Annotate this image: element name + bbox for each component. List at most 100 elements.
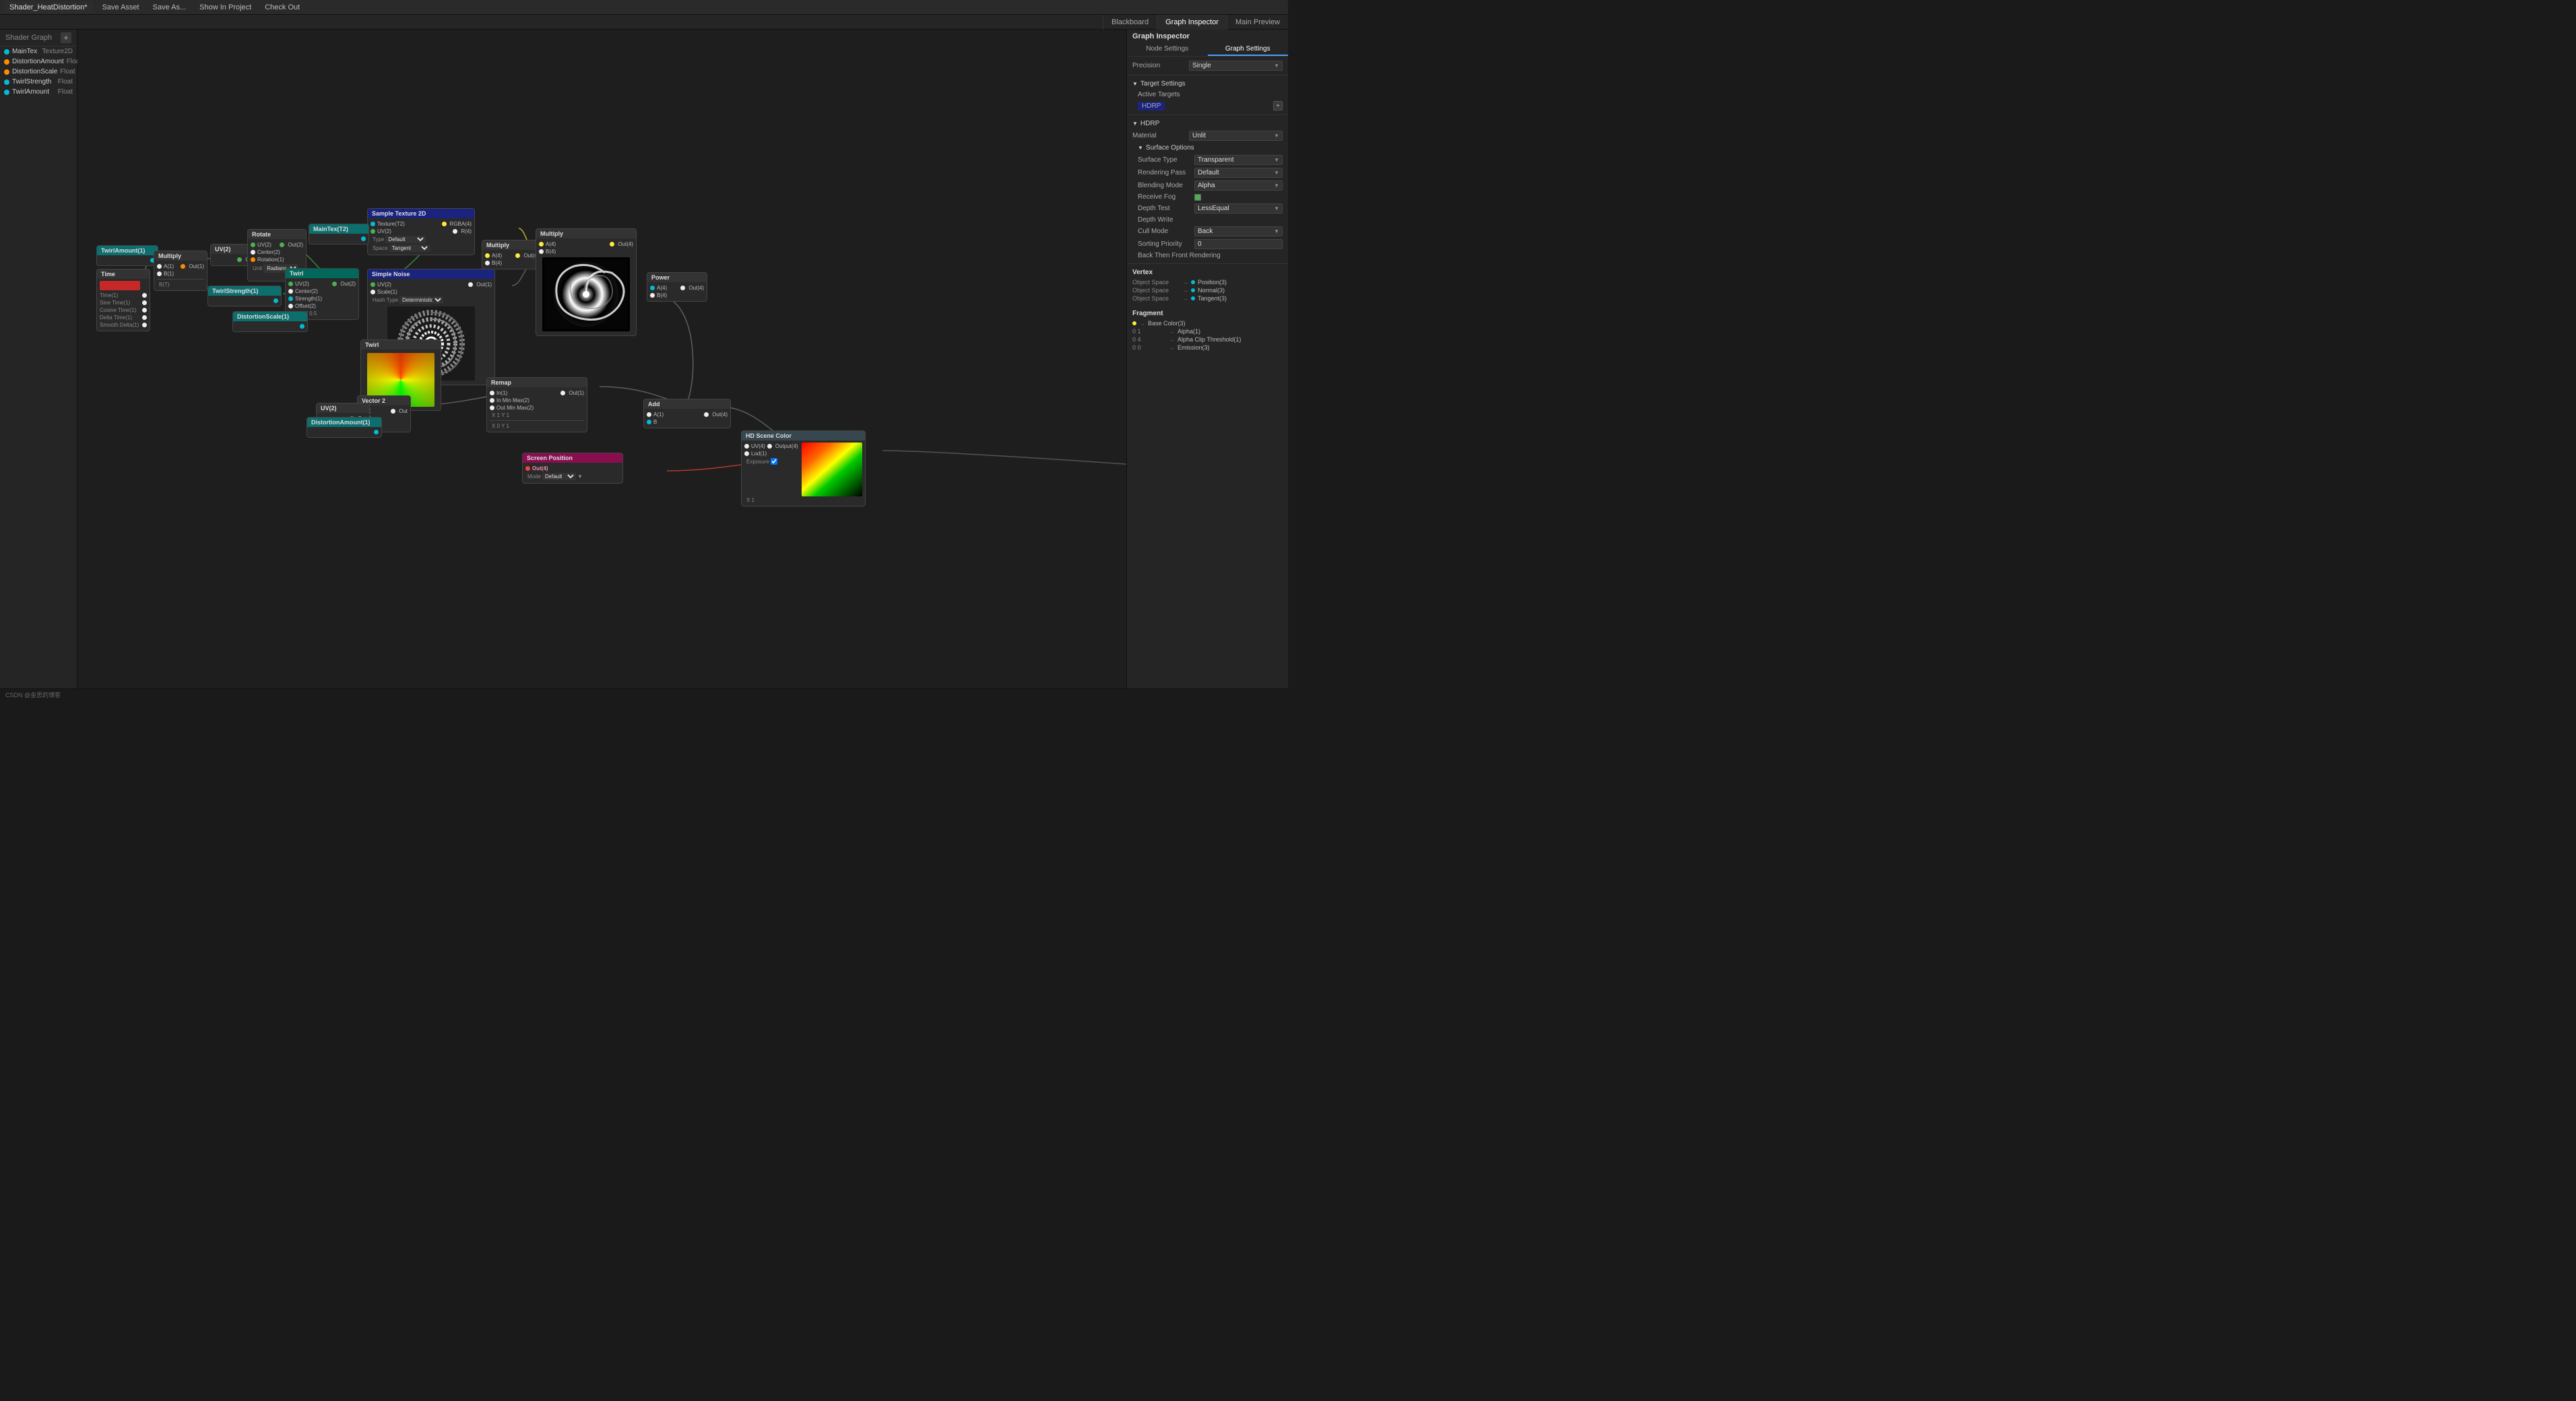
sorting-priority-label: Sorting Priority <box>1138 240 1192 248</box>
prop-dot-twirl-amount <box>4 90 9 95</box>
vertex-space-1: Object Space <box>1132 287 1180 294</box>
port-a-pw: A(4) Out(4) <box>650 284 704 292</box>
blending-mode-value[interactable]: Alpha ▼ <box>1194 181 1283 191</box>
frag-row-1: 0 1 → Alpha(1) <box>1132 327 1283 335</box>
prop-dot-maintex <box>4 49 9 55</box>
node-remap[interactable]: Remap In(1) Out(1) In Min Max(2) Out Min… <box>486 377 587 432</box>
node-hd-scene-color[interactable]: HD Scene Color UV(4) Output(4) Lod(1) <box>741 430 866 507</box>
port-dot-out-rotate <box>280 242 284 247</box>
shader-graph-canvas[interactable]: TwirlAmount(1) Time Time(1) Sine Time(1) <box>77 30 1126 700</box>
sorting-priority-value[interactable]: 0 <box>1194 239 1283 249</box>
port-dot-a-add <box>647 412 651 417</box>
vertex-port-1: Normal(3) <box>1198 287 1225 294</box>
tab-graph-settings[interactable]: Graph Settings <box>1208 43 1289 56</box>
add-target-btn[interactable]: + <box>1273 101 1283 110</box>
port-dot-out-screen <box>525 466 530 471</box>
port-in-remap: In(1) Out(1) <box>490 389 584 397</box>
tab-blackboard[interactable]: Blackboard <box>1103 15 1157 30</box>
receive-fog-checkbox[interactable] <box>1194 194 1201 201</box>
port-dot-strength <box>288 296 293 301</box>
surface-type-value[interactable]: Transparent ▼ <box>1194 155 1283 165</box>
node-twirl-strength[interactable]: TwirlStrength(1) <box>207 286 282 306</box>
port-b-sp: B(4) <box>539 248 633 255</box>
node-multiply2[interactable]: Multiply A(4) Out(4) B(4) <box>482 240 542 269</box>
port-strength-twirl: Strength(1) <box>288 295 356 302</box>
exposure-checkbox[interactable] <box>771 458 777 465</box>
remap-vals: X 1 Y 1 <box>490 412 584 419</box>
node-power[interactable]: Power A(4) Out(4) B(4) <box>647 272 707 302</box>
port-uv-st2d: UV(2) R(4) <box>371 228 472 235</box>
material-label: Material <box>1132 132 1186 139</box>
hdrp-section: ▼ HDRP Material Unlit ▼ ▼ Surface Option… <box>1127 115 1288 264</box>
port-dot-delta <box>142 315 147 320</box>
port-a-sp: A(4) Out(4) <box>539 240 633 248</box>
space-select[interactable]: Tangent <box>389 245 430 252</box>
target-settings-header[interactable]: ▼ Target Settings <box>1127 78 1288 90</box>
vertex-row-0: Object Space → Position(3) <box>1132 278 1283 286</box>
main-layout: Shader Graph + MainTex Texture2D Distort… <box>0 30 1288 700</box>
node-title-rotate: Rotate <box>248 230 306 239</box>
precision-value[interactable]: Single ▼ <box>1189 61 1283 71</box>
port-dot-out-m1 <box>181 264 185 269</box>
tab-main-preview[interactable]: Main Preview <box>1227 15 1288 30</box>
port-rotation-rotate: Rotation(1) <box>251 256 303 263</box>
node-multiply1[interactable]: Multiply A(1) Out(1) B(1) B(T) <box>154 251 207 291</box>
chevron-down-icon: ▼ <box>577 474 583 480</box>
node-distortion-amount-ref[interactable]: DistortionAmount(1) <box>307 417 382 438</box>
hd-color-preview <box>802 443 862 496</box>
port-dot-smooth <box>142 323 147 327</box>
prop-twirl-strength: TwirlStrength Float <box>0 77 77 87</box>
frag-row-2: 0 4 → Alpha Clip Threshold(1) <box>1132 335 1283 344</box>
node-twirl-amount[interactable]: TwirlAmount(1) <box>96 245 158 266</box>
node-title-multiply1: Multiply <box>154 251 207 261</box>
remap-out-vals: X 0 Y 1 <box>490 422 584 430</box>
material-value[interactable]: Unlit ▼ <box>1189 131 1283 141</box>
tab-graph-inspector[interactable]: Graph Inspector <box>1157 15 1227 30</box>
depth-test-label: Depth Test <box>1138 205 1192 212</box>
add-property-btn[interactable]: + <box>61 32 71 43</box>
check-out-btn[interactable]: Check Out <box>261 2 304 13</box>
surface-options-header[interactable]: ▼ Surface Options <box>1127 142 1288 154</box>
graph-inspector-title: Graph Inspector <box>1127 30 1288 43</box>
mode-select[interactable]: Default <box>542 473 576 480</box>
port-dot-out-r <box>560 391 565 395</box>
tab-node-settings[interactable]: Node Settings <box>1127 43 1208 56</box>
depth-write-label: Depth Write <box>1138 216 1192 224</box>
node-title-twirl: Twirl <box>286 269 358 278</box>
material-row: Material Unlit ▼ <box>1127 129 1288 142</box>
hash-select[interactable]: Deterministic <box>399 296 443 304</box>
save-asset-btn[interactable]: Save Asset <box>98 2 143 13</box>
vertex-port-2: Tangent(3) <box>1198 295 1227 302</box>
node-space-row: Space Tangent <box>371 244 472 253</box>
type-select[interactable]: Default <box>385 236 426 243</box>
port-dot-out-m2 <box>515 253 520 258</box>
frag-arrow-0: → <box>1139 320 1145 327</box>
surface-type-label: Surface Type <box>1138 156 1192 164</box>
port-dot-scale-n <box>371 290 375 294</box>
exposure-row: Exposure <box>744 457 798 465</box>
node-maintex-ref[interactable]: MainTex(T2) <box>309 224 369 245</box>
node-body-ds <box>233 321 307 331</box>
show-in-project-btn[interactable]: Show In Project <box>195 2 255 13</box>
receive-fog-label: Receive Fog <box>1138 193 1192 201</box>
prop-distortion-amount: DistortionAmount Float <box>0 57 77 67</box>
bottom-text: CSDN @金思的博客 <box>5 690 61 699</box>
node-title-maintex: MainTex(T2) <box>309 224 368 234</box>
node-spiral-preview[interactable]: Multiply A(4) Out(4) B(4) <box>536 228 637 336</box>
prop-distortion-scale: DistortionScale Float <box>0 67 77 77</box>
node-distortion-scale-ref[interactable]: DistortionScale(1) <box>232 311 308 332</box>
hdrp-section-header[interactable]: ▼ HDRP <box>1127 118 1288 129</box>
exposure-val-row: X 1 <box>744 496 862 504</box>
node-sample-texture2d[interactable]: Sample Texture 2D Texture(T2) RGBA(4) UV… <box>367 208 475 255</box>
depth-test-value[interactable]: LessEqual ▼ <box>1194 203 1283 214</box>
precision-row: Precision Single ▼ <box>1127 59 1288 72</box>
node-time[interactable]: Time Time(1) Sine Time(1) Cosine Time(1)… <box>96 269 150 331</box>
node-screen-position[interactable]: Screen Position Out(4) Mode Default ▼ <box>522 453 623 484</box>
rendering-pass-value[interactable]: Default ▼ <box>1194 168 1283 178</box>
save-as-btn[interactable]: Save As... <box>149 2 191 13</box>
port-b-pw: B(4) <box>650 292 704 299</box>
cull-mode-value[interactable]: Back ▼ <box>1194 226 1283 236</box>
node-type-row: Type Default <box>371 235 472 244</box>
node-add[interactable]: Add A(1) Out(4) B <box>643 399 731 428</box>
depth-test-row: Depth Test LessEqual ▼ <box>1127 202 1288 215</box>
